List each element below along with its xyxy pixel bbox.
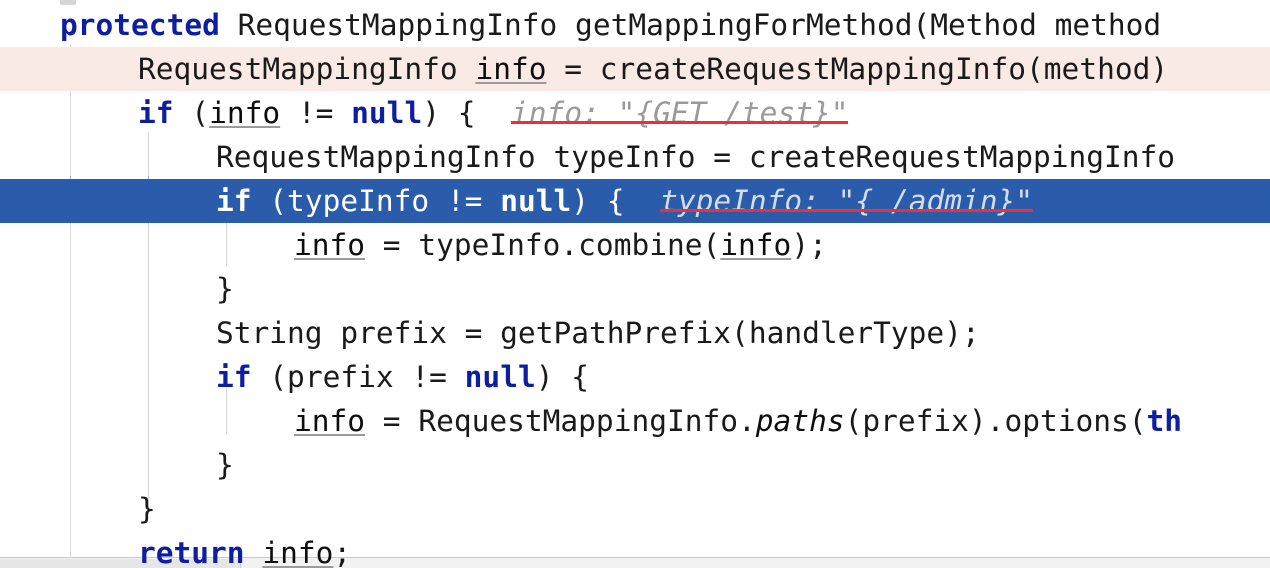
code-token-kw: protected [60,8,238,42]
code-token-kw: if [216,184,252,218]
code-line[interactable]: info = typeInfo.combine(info); [0,223,1270,267]
code-line-text: return info; [0,531,351,568]
code-token-fld: info [720,228,792,262]
code-line-text: info = typeInfo.combine(info); [0,223,827,267]
code-token-plain: } [216,272,234,306]
code-token-kw: if [216,360,252,394]
code-token-plain: String prefix = getPathPrefix(handlerTyp… [216,316,980,350]
code-line[interactable]: } [0,443,1270,487]
code-line[interactable]: return info; [0,531,1270,568]
code-line-text: if (info != null) { info: "{GET /test}" [0,91,849,135]
code-line[interactable]: if (prefix != null) { [0,355,1270,399]
annotation-underline [660,209,1034,212]
code-token-plain: = createRequestMappingInfo(method) [546,52,1169,86]
code-token-plain: } [138,492,156,526]
code-token-kw: null [500,184,572,218]
code-line-text: } [0,267,234,311]
code-token-plain: ); [791,228,827,262]
code-token-plain: ( [173,96,210,130]
code-line[interactable]: RequestMappingInfo typeInfo = createRequ… [0,135,1270,179]
code-token-plain: RequestMappingInfo typeInfo = createRequ… [216,140,1176,174]
code-token-fld: info [209,96,281,130]
code-token-kw: null [351,96,423,130]
code-token-kw: null [464,360,536,394]
code-line[interactable]: } [0,487,1270,531]
code-token-plain: != [280,96,352,130]
code-line-text: info = RequestMappingInfo.paths(prefix).… [0,399,1182,443]
hint-gap [476,96,512,130]
code-token-plain: ; [333,536,352,568]
code-token-stat: paths [755,404,845,438]
code-line[interactable]: info = RequestMappingInfo.paths(prefix).… [0,399,1270,443]
code-line[interactable]: String prefix = getPathPrefix(handlerTyp… [0,311,1270,355]
code-token-plain: = RequestMappingInfo. [365,404,756,438]
code-token-plain: RequestMappingInfo [138,52,476,86]
code-token-plain: (typeInfo != [251,184,501,218]
code-token-plain: ) { [422,96,476,130]
code-line[interactable]: RequestMappingInfo info = createRequestM… [0,47,1270,91]
code-token-plain: ) { [571,184,625,218]
code-line[interactable]: } [0,267,1270,311]
inline-debug-hint[interactable]: info: "{GET /test}" [511,96,849,130]
code-token-plain: } [216,448,234,482]
code-token-plain: RequestMappingInfo getMappingForMethod(M… [237,8,1162,42]
code-line-text: } [0,443,234,487]
code-line-text: if (typeInfo != null) { typeInfo: "{ /ad… [0,179,1034,223]
code-token-fld: info [294,228,366,262]
code-token-fld: info [262,536,334,568]
code-line-text: String prefix = getPathPrefix(handlerTyp… [0,311,980,355]
code-line[interactable]: protected RequestMappingInfo getMappingF… [0,3,1270,47]
inline-debug-hint[interactable]: typeInfo: "{ /admin}" [660,184,1034,218]
code-line-text: RequestMappingInfo typeInfo = createRequ… [0,135,1175,179]
code-line[interactable]: if (info != null) { info: "{GET /test}" [0,91,1270,135]
code-line-text: if (prefix != null) { [0,355,589,399]
code-token-kw: th [1146,404,1183,438]
code-token-fld: info [294,404,366,438]
code-line-text: protected RequestMappingInfo getMappingF… [0,3,1161,47]
inline-debug-hint-text: info: "{GET /test}" [511,96,849,130]
code-token-plain: ) { [535,360,590,394]
code-line-text: RequestMappingInfo info = createRequestM… [0,47,1168,91]
code-line-text: } [0,487,156,531]
code-lines-container[interactable]: protected RequestMappingInfo getMappingF… [0,0,1270,568]
code-token-kw: if [138,96,174,130]
code-token-kw: return [138,536,245,568]
code-editor[interactable]: protected RequestMappingInfo getMappingF… [0,0,1270,568]
inline-debug-hint-text: typeInfo: "{ /admin}" [660,184,1034,218]
code-token-plain: (prefix != [251,360,465,394]
code-token-fld: info [475,52,547,86]
code-token-plain: (prefix).options( [844,404,1147,438]
hint-gap [625,184,661,218]
code-token-plain: = typeInfo.combine( [365,228,721,262]
annotation-underline [511,121,849,124]
code-line[interactable]: if (typeInfo != null) { typeInfo: "{ /ad… [0,179,1270,223]
